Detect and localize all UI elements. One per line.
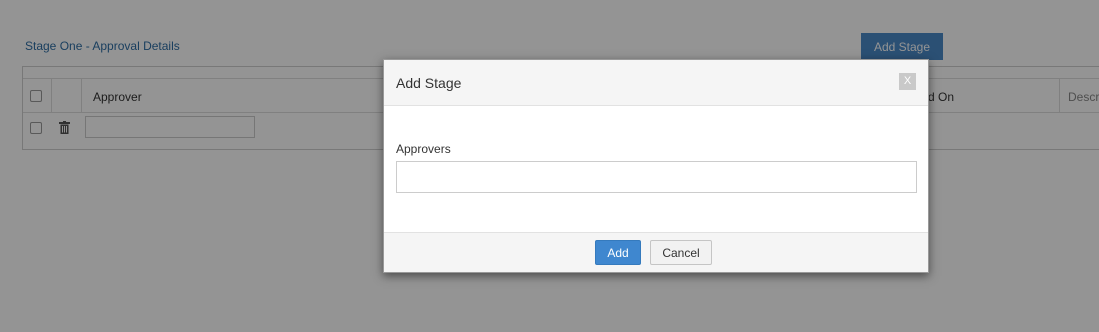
- add-stage-dialog: Add Stage X Approvers Add Cancel: [383, 59, 929, 273]
- modal-title: Add Stage: [396, 75, 462, 91]
- approvers-label: Approvers: [396, 142, 451, 156]
- cancel-button[interactable]: Cancel: [650, 240, 712, 265]
- modal-footer: Add Cancel: [384, 232, 928, 272]
- approvers-input[interactable]: [396, 161, 917, 193]
- close-icon[interactable]: X: [899, 73, 916, 90]
- modal-body: Approvers: [384, 106, 928, 233]
- add-button[interactable]: Add: [595, 240, 641, 265]
- modal-header: Add Stage X: [384, 60, 928, 106]
